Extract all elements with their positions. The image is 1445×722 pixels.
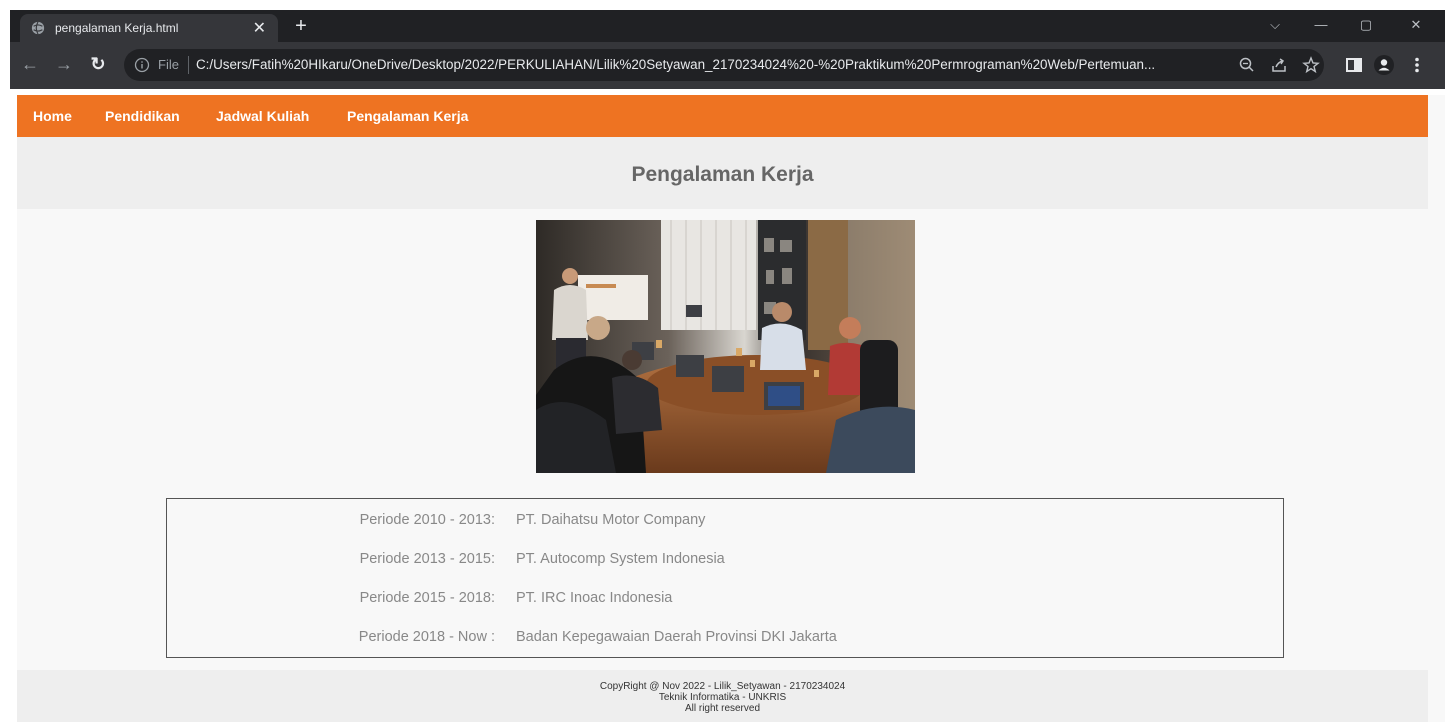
nav-jadwal-kuliah[interactable]: Jadwal Kuliah — [216, 108, 309, 124]
experience-company: PT. Autocomp System Indonesia — [516, 551, 725, 567]
back-arrow-icon[interactable]: ← — [18, 53, 42, 77]
nav-pengalaman-kerja[interactable]: Pengalaman Kerja — [347, 108, 468, 124]
restore-button[interactable]: ▢ — [1351, 14, 1381, 38]
experience-period: Periode 2010 - 2013: — [359, 512, 495, 528]
menu-kebab-icon[interactable] — [1406, 54, 1428, 76]
forward-arrow-icon[interactable]: → — [52, 53, 76, 77]
new-tab-button[interactable]: + — [288, 14, 314, 40]
address-bar[interactable]: File C:/Users/Fatih%20HIkaru/OneDrive/De… — [124, 49, 1324, 81]
address-separator — [188, 56, 189, 74]
experience-row: Periode 2018 - Now : Badan Kepegawaian D… — [167, 629, 1283, 651]
profile-icon[interactable] — [1373, 54, 1395, 76]
footer-copyright: CopyRight @ Nov 2022 - Lilik_Setyawan - … — [599, 681, 846, 692]
experience-company: PT. IRC Inoac Indonesia — [516, 590, 673, 606]
info-icon[interactable] — [134, 57, 150, 73]
footer-program: Teknik Informatika - UNKRIS — [658, 692, 787, 703]
browser-tab-bar: pengalaman Kerja.html ✕ + ⌵ — ▢ ✕ — [10, 10, 1445, 42]
globe-icon — [31, 21, 45, 35]
bookmark-star-icon[interactable] — [1302, 56, 1320, 74]
minimize-button[interactable]: — — [1306, 14, 1336, 38]
site-navbar: Home Pendidikan Jadwal Kuliah Pengalaman… — [17, 95, 1428, 137]
nav-home[interactable]: Home — [33, 108, 72, 124]
address-url[interactable]: C:/Users/Fatih%20HIkaru/OneDrive/Desktop… — [196, 57, 1231, 72]
web-page: Home Pendidikan Jadwal Kuliah Pengalaman… — [17, 95, 1445, 722]
share-icon[interactable] — [1270, 56, 1288, 74]
address-scheme: File — [158, 57, 179, 72]
page-footer: CopyRight @ Nov 2022 - Lilik_Setyawan - … — [17, 670, 1428, 722]
experience-company: Badan Kepegawaian Daerah Provinsi DKI Ja… — [516, 629, 837, 645]
experience-row: Periode 2015 - 2018: PT. IRC Inoac Indon… — [167, 590, 1283, 612]
tab-title: pengalaman Kerja.html — [55, 21, 179, 35]
footer-rights: All right reserved — [684, 703, 761, 714]
page-header: Pengalaman Kerja — [17, 137, 1428, 209]
close-window-button[interactable]: ✕ — [1401, 14, 1431, 38]
zoom-icon[interactable] — [1238, 56, 1256, 74]
browser-tab[interactable]: pengalaman Kerja.html ✕ — [20, 14, 278, 42]
tab-close-button[interactable]: ✕ — [253, 18, 266, 38]
nav-pendidikan[interactable]: Pendidikan — [105, 108, 180, 124]
experience-period: Periode 2015 - 2018: — [359, 590, 495, 606]
experience-table: Periode 2010 - 2013: PT. Daihatsu Motor … — [166, 498, 1284, 658]
experience-company: PT. Daihatsu Motor Company — [516, 512, 706, 528]
experience-period: Periode 2018 - Now : — [358, 629, 495, 645]
meeting-room-photo — [536, 220, 915, 473]
tab-search-button[interactable]: ⌵ — [1260, 14, 1290, 38]
side-panel-icon[interactable] — [1343, 54, 1365, 76]
experience-period: Periode 2013 - 2015: — [359, 551, 495, 567]
reload-icon[interactable]: ↻ — [86, 53, 110, 77]
experience-row: Periode 2010 - 2013: PT. Daihatsu Motor … — [167, 512, 1283, 534]
experience-row: Periode 2013 - 2015: PT. Autocomp System… — [167, 551, 1283, 573]
browser-toolbar: ← → ↻ File C:/Users/Fatih%20HIkaru/OneDr… — [10, 42, 1445, 89]
page-title: Pengalaman Kerja — [631, 163, 814, 186]
